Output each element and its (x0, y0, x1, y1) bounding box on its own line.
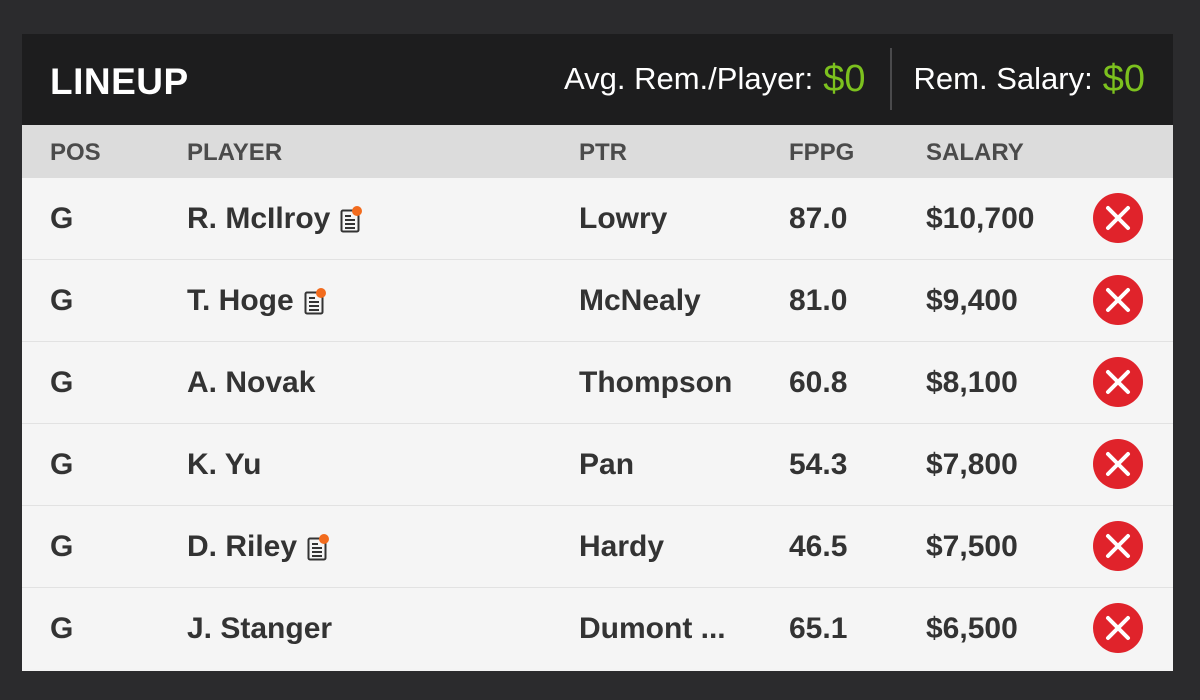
remaining-salary-label: Rem. Salary: (913, 61, 1093, 96)
row-pos: G (50, 612, 74, 645)
row-player-name[interactable]: D. Riley (187, 530, 297, 564)
row-fppg: 65.1 (789, 612, 848, 645)
row-fppg: 54.3 (789, 448, 848, 481)
row-player-cell[interactable]: A. Novak (187, 366, 315, 400)
row-player-name[interactable]: R. McIlroy (187, 202, 330, 236)
remove-player-icon (1106, 288, 1130, 312)
remove-player-icon (1106, 206, 1130, 230)
remove-player-button[interactable] (1093, 439, 1143, 489)
row-ptr: Lowry (579, 202, 668, 235)
column-headers: POS PLAYER PTR FPPG SALARY (22, 125, 1173, 178)
remove-player-icon (1106, 534, 1130, 558)
remove-player-button[interactable] (1093, 193, 1143, 243)
avg-remaining-value: $0 (823, 57, 866, 100)
row-ptr: Hardy (579, 530, 665, 563)
row-salary: $6,500 (926, 612, 1018, 645)
lineup-header: LINEUP Avg. Rem./Player: $0 Rem. Salary:… (22, 34, 1173, 125)
row-salary: $7,500 (926, 530, 1018, 563)
remove-player-icon (1106, 452, 1130, 476)
row-fppg: 46.5 (789, 530, 848, 563)
remove-player-icon (1106, 616, 1130, 640)
row-ptr: Pan (579, 448, 635, 481)
lineup-row: G D. Riley Hardy 46.5 $7,500 (22, 506, 1173, 588)
row-fppg: 81.0 (789, 284, 848, 317)
row-salary: $10,700 (926, 202, 1035, 235)
col-header-player[interactable]: PLAYER (187, 139, 282, 167)
remove-player-button[interactable] (1093, 603, 1143, 653)
row-fppg: 60.8 (789, 366, 848, 399)
summary-divider (889, 48, 892, 110)
row-player-cell[interactable]: J. Stanger (187, 612, 332, 646)
row-pos: G (50, 284, 74, 317)
remaining-salary-value: $0 (1102, 57, 1145, 100)
row-salary: $7,800 (926, 448, 1018, 481)
player-news-icon[interactable] (304, 288, 326, 315)
row-ptr: Dumont ... (579, 612, 726, 645)
lineup-row: G A. Novak Thompson 60.8 $8,100 (22, 342, 1173, 424)
lineup-row: G K. Yu Pan 54.3 $7,800 (22, 424, 1173, 506)
row-ptr: McNealy (579, 284, 701, 317)
row-ptr: Thompson (579, 366, 733, 399)
lineup-panel: LINEUP Avg. Rem./Player: $0 Rem. Salary:… (22, 34, 1173, 671)
lineup-title: LINEUP (50, 61, 189, 102)
row-pos: G (50, 202, 74, 235)
row-player-name[interactable]: A. Novak (187, 366, 315, 400)
col-header-ptr[interactable]: PTR (579, 139, 627, 167)
row-pos: G (50, 448, 74, 481)
avg-remaining-label: Avg. Rem./Player: (564, 61, 814, 96)
remove-player-button[interactable] (1093, 521, 1143, 571)
player-news-icon[interactable] (340, 206, 363, 233)
remove-player-button[interactable] (1093, 275, 1143, 325)
lineup-row: G J. Stanger Dumont ... 65.1 $6,500 (22, 588, 1173, 669)
row-player-cell[interactable]: K. Yu (187, 448, 261, 482)
player-news-icon[interactable] (307, 534, 330, 561)
row-salary: $8,100 (926, 366, 1018, 399)
col-header-fppg[interactable]: FPPG (789, 139, 854, 167)
salary-summary: Avg. Rem./Player: $0 Rem. Salary: $0 (564, 48, 1145, 110)
row-player-cell[interactable]: T. Hoge (187, 284, 326, 318)
lineup-row: G R. McIlroy Lowry 87.0 $10,700 (22, 178, 1173, 260)
row-player-name[interactable]: J. Stanger (187, 612, 332, 646)
row-player-name[interactable]: T. Hoge (187, 284, 294, 318)
row-player-name[interactable]: K. Yu (187, 448, 261, 482)
row-fppg: 87.0 (789, 202, 848, 235)
lineup-row: G T. Hoge McNealy 81.0 $9,400 (22, 260, 1173, 342)
col-header-salary[interactable]: SALARY (926, 139, 1024, 167)
row-pos: G (50, 366, 74, 399)
row-player-cell[interactable]: D. Riley (187, 530, 330, 564)
remove-player-icon (1106, 370, 1130, 394)
col-header-pos[interactable]: POS (50, 139, 101, 167)
row-salary: $9,400 (926, 284, 1018, 317)
remove-player-button[interactable] (1093, 357, 1143, 407)
row-player-cell[interactable]: R. McIlroy (187, 202, 363, 236)
lineup-rows: G R. McIlroy Lowry 87.0 $10,700 G T. Hog… (22, 178, 1173, 669)
row-pos: G (50, 530, 74, 563)
